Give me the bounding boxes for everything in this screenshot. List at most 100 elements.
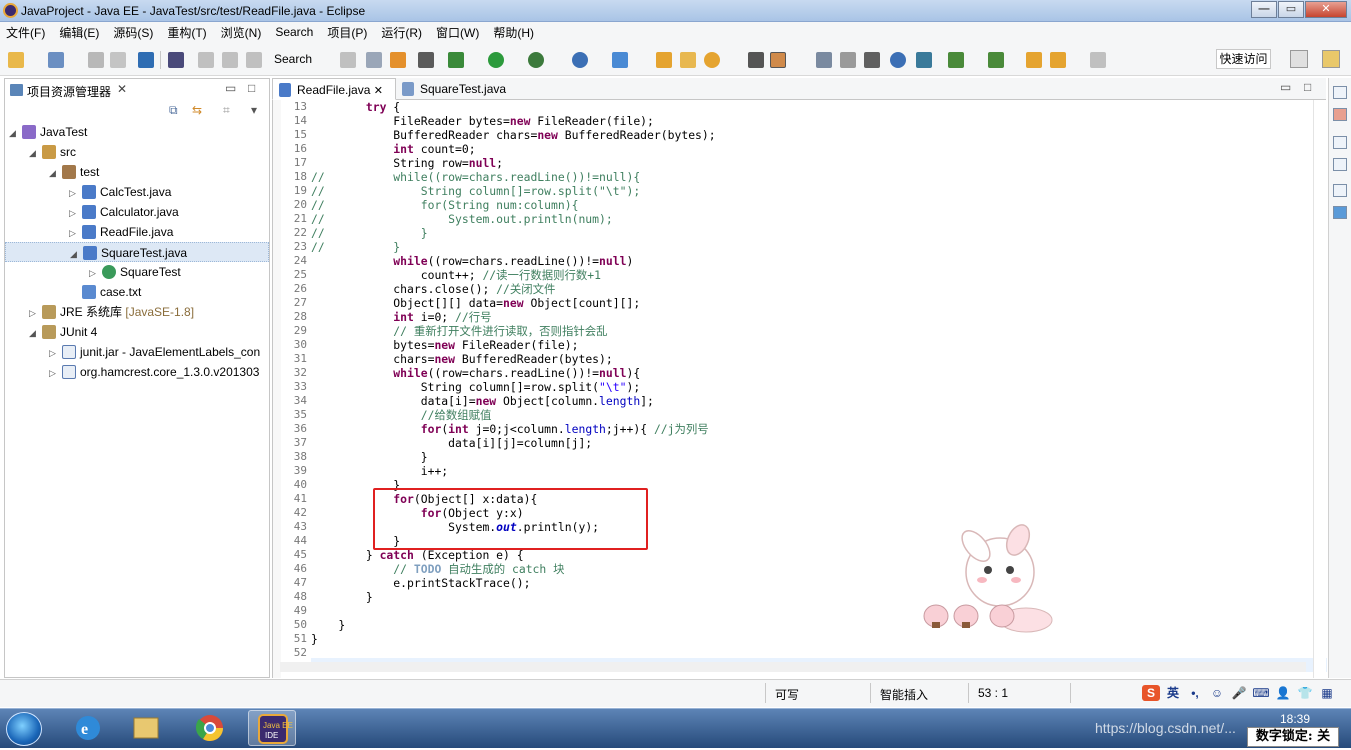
close-tab-icon[interactable]: ✕ bbox=[374, 85, 383, 97]
code-line[interactable]: bytes=new FileReader(file); bbox=[311, 338, 578, 352]
code-line[interactable]: // String column[]=row.split("\t"); bbox=[311, 184, 640, 198]
menu-navigate[interactable]: 浏览(N) bbox=[221, 24, 262, 41]
back-icon[interactable] bbox=[1050, 52, 1066, 68]
focus-icon[interactable]: ⌗ bbox=[223, 103, 230, 118]
code-line[interactable]: // } bbox=[311, 240, 400, 254]
taskbar-ie[interactable]: e bbox=[64, 710, 112, 746]
annotation-icon[interactable] bbox=[748, 52, 764, 68]
user-icon[interactable]: 👤 bbox=[1274, 685, 1292, 701]
code-content[interactable]: try { FileReader bytes=new FileReader(fi… bbox=[311, 100, 1311, 678]
open-task-icon[interactable] bbox=[680, 52, 696, 68]
menu-window[interactable]: 窗口(W) bbox=[436, 24, 479, 41]
tree-node-readfile[interactable]: ▷ ReadFile.java bbox=[69, 222, 173, 242]
outline-view-icon[interactable] bbox=[1333, 158, 1347, 171]
tree-node-calctest[interactable]: ▷ CalcTest.java bbox=[69, 182, 171, 202]
minimize-editor-icon[interactable]: ▭ bbox=[1280, 80, 1291, 94]
view-menu-icon[interactable]: ▾ bbox=[251, 103, 257, 117]
toolbox-icon[interactable]: ▦ bbox=[1318, 685, 1336, 701]
tree-node-jre[interactable]: ▷ JRE 系统库 [JavaSE-1.8] bbox=[29, 302, 194, 322]
block-selection-icon[interactable] bbox=[840, 52, 856, 68]
pin-editor-icon[interactable] bbox=[916, 52, 932, 68]
code-line[interactable]: //给数组赋值 bbox=[311, 408, 492, 422]
code-line[interactable]: } bbox=[311, 590, 373, 604]
code-line[interactable]: // 重新打开文件进行读取，否则指针会乱 bbox=[311, 324, 607, 338]
tree-node-case-txt[interactable]: case.txt bbox=[69, 282, 141, 302]
search-icon[interactable] bbox=[704, 52, 720, 68]
code-line[interactable]: data[i]=new Object[column.length]; bbox=[311, 394, 654, 408]
tree-node-calculator[interactable]: ▷ Calculator.java bbox=[69, 202, 179, 222]
tree-node-junit-jar[interactable]: ▷ junit.jar - JavaElementLabels_con bbox=[49, 342, 260, 362]
code-line[interactable]: for(int j=0;j<column.length;j++){ //j为列号 bbox=[311, 422, 709, 436]
code-line[interactable]: // System.out.println(num); bbox=[311, 212, 613, 226]
minimize-view-icon[interactable]: ▭ bbox=[225, 81, 236, 95]
code-line[interactable]: // } bbox=[311, 226, 428, 240]
code-line[interactable]: Object[][] data=new Object[count][]; bbox=[311, 296, 640, 310]
tree-node-squaretest-class[interactable]: ▷ SquareTest bbox=[89, 262, 181, 282]
start-button[interactable] bbox=[6, 712, 42, 746]
debug-icon[interactable] bbox=[448, 52, 464, 68]
console-icon[interactable] bbox=[138, 52, 154, 68]
menu-source[interactable]: 源码(S) bbox=[113, 24, 153, 41]
code-editor[interactable]: 13 14 15 16 17 18 19 20 21 22 23 24 25 26 27 28 29 30 31 32… bbox=[272, 100, 1327, 678]
console-view-icon[interactable] bbox=[1333, 206, 1347, 219]
previous-annotation-icon[interactable] bbox=[988, 52, 1004, 68]
punctuation-icon[interactable]: •, bbox=[1186, 685, 1204, 701]
code-line[interactable]: count++; //读一行数据则行数+1 bbox=[311, 268, 601, 282]
code-line[interactable]: chars.close(); //关闭文件 bbox=[311, 282, 555, 296]
skip-breakpoints-icon[interactable] bbox=[168, 52, 184, 68]
open-type-icon[interactable] bbox=[656, 52, 672, 68]
code-line[interactable]: String row=null; bbox=[311, 156, 503, 170]
minimize-button[interactable]: — bbox=[1251, 1, 1277, 18]
taskbar-chrome[interactable] bbox=[186, 710, 234, 746]
menu-help[interactable]: 帮助(H) bbox=[493, 24, 534, 41]
code-line[interactable]: } bbox=[311, 632, 318, 646]
code-line[interactable]: int count=0; bbox=[311, 142, 475, 156]
show-whitespace-icon[interactable] bbox=[864, 52, 880, 68]
menu-search[interactable]: Search bbox=[275, 25, 313, 39]
code-line[interactable]: int i=0; //行号 bbox=[311, 310, 491, 324]
web-browser-icon[interactable] bbox=[890, 52, 906, 68]
step-return-icon[interactable] bbox=[340, 52, 356, 68]
use-step-filters-icon[interactable] bbox=[366, 52, 382, 68]
maximize-editor-icon[interactable]: □ bbox=[1304, 80, 1311, 94]
quick-access-input[interactable]: 快速访问 bbox=[1216, 49, 1271, 69]
skin-icon[interactable]: 👕 bbox=[1296, 685, 1314, 701]
restore-view-icon[interactable] bbox=[1333, 184, 1347, 197]
problems-view-icon[interactable] bbox=[1333, 108, 1347, 121]
code-line[interactable]: while((row=chars.readLine())!=null){ bbox=[311, 366, 640, 380]
link-with-editor-icon[interactable]: ⇆ bbox=[192, 103, 202, 117]
open-perspective-icon[interactable] bbox=[418, 52, 434, 68]
tree-node-test[interactable]: ◢ test bbox=[49, 162, 99, 182]
code-line[interactable]: // TODO 自动生成的 catch 块 bbox=[311, 562, 564, 576]
menu-file[interactable]: 文件(F) bbox=[6, 24, 45, 41]
toggle-mark-occurrences-icon[interactable] bbox=[770, 52, 786, 68]
suspend-icon[interactable] bbox=[222, 52, 238, 68]
menu-refactor[interactable]: 重构(T) bbox=[167, 24, 206, 41]
word-wrap-icon[interactable] bbox=[816, 52, 832, 68]
tree-node-squaretest[interactable]: ◢ SquareTest.java bbox=[5, 242, 269, 262]
code-line[interactable]: } catch (Exception e) { bbox=[311, 548, 524, 562]
toolbar-search[interactable]: Search bbox=[274, 52, 312, 66]
restore-view-icon[interactable] bbox=[1333, 136, 1347, 149]
terminate-icon[interactable] bbox=[246, 52, 262, 68]
close-button[interactable]: ✕ bbox=[1305, 1, 1347, 18]
tree-node-javatest[interactable]: ◢ JavaTest bbox=[9, 122, 87, 142]
horizontal-scrollbar[interactable] bbox=[280, 662, 1306, 672]
code-line[interactable]: } bbox=[311, 450, 428, 464]
menu-edit[interactable]: 编辑(E) bbox=[59, 24, 99, 41]
sogou-icon[interactable]: S bbox=[1142, 685, 1160, 701]
code-line[interactable]: String column[]=row.split("\t"); bbox=[311, 380, 640, 394]
collapse-all-icon[interactable]: ⧉ bbox=[169, 103, 178, 118]
save-all-icon[interactable] bbox=[110, 52, 126, 68]
run-icon[interactable] bbox=[488, 52, 504, 68]
code-line[interactable]: try { bbox=[311, 100, 400, 114]
close-icon[interactable]: ✕ bbox=[117, 82, 127, 96]
keyboard-icon[interactable]: ⌨ bbox=[1252, 685, 1270, 701]
tree-node-hamcrest-jar[interactable]: ▷ org.hamcrest.core_1.3.0.v201303 bbox=[49, 362, 259, 382]
taskbar-eclipse[interactable]: Java EE IDE bbox=[248, 710, 296, 746]
java-ee-perspective-button[interactable] bbox=[1322, 50, 1340, 68]
restore-button[interactable]: ▭ bbox=[1278, 1, 1304, 18]
save-icon[interactable] bbox=[88, 52, 104, 68]
code-line[interactable]: i++; bbox=[311, 464, 448, 478]
forward-icon[interactable] bbox=[1090, 52, 1106, 68]
